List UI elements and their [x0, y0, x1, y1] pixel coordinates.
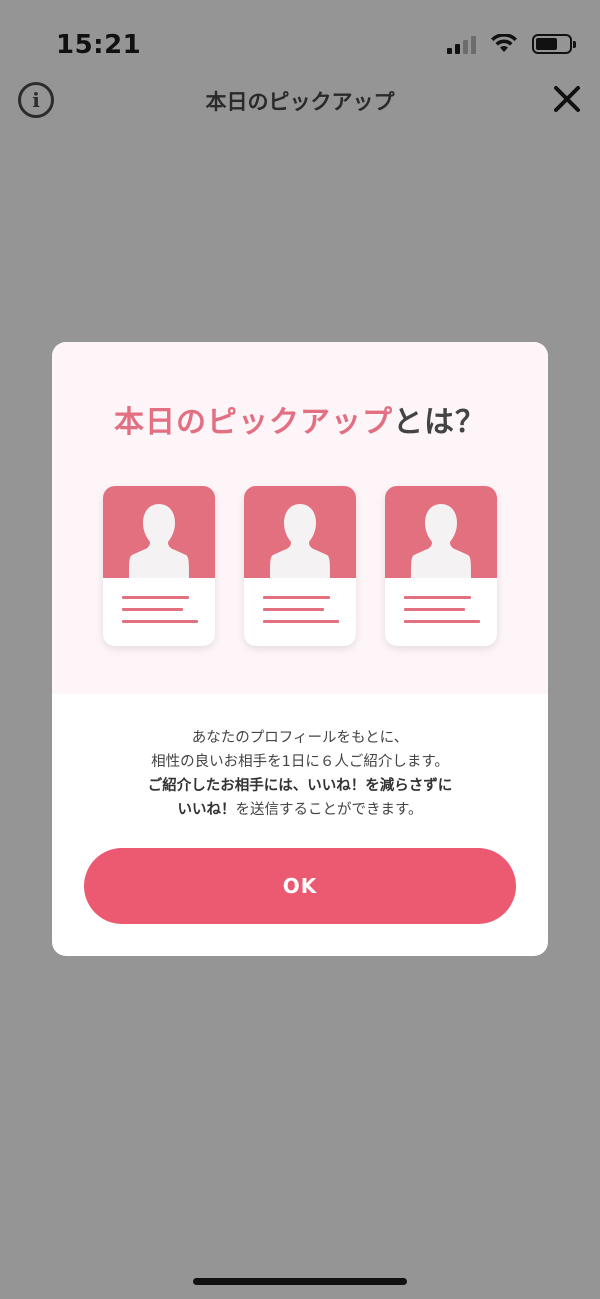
person-silhouette-icon: [129, 504, 189, 578]
status-bar: 15:21: [0, 0, 600, 80]
description-like-text: いいね！: [177, 802, 236, 818]
profile-card: [385, 486, 497, 646]
description-line-rest: を送信することができます。: [235, 802, 423, 818]
person-silhouette-icon: [411, 504, 471, 578]
modal-heading-highlight: 本日のピックアップ: [114, 405, 393, 440]
modal-heading-rest: とは？: [393, 405, 486, 440]
nav-bar: i 本日のピックアップ: [0, 78, 600, 122]
modal-description: あなたのプロフィールをもとに、 相性の良いお相手を1日に６人ご紹介します。 ご紹…: [52, 726, 548, 822]
signal-icon: [447, 34, 476, 54]
ok-button[interactable]: OK: [84, 848, 516, 924]
wifi-icon: [491, 34, 517, 52]
modal-heading: 本日のピックアップとは？: [52, 397, 548, 441]
close-icon[interactable]: [552, 84, 582, 114]
description-line: いいね！を送信することができます。: [52, 798, 548, 822]
pickup-modal: 本日のピックアップとは？ あなたのプロフィールをもとに、 相性の良いお相手を1日…: [52, 342, 548, 956]
description-line: あなたのプロフィールをもとに、: [191, 730, 409, 746]
battery-icon: [532, 34, 576, 54]
description-line-bold: ご紹介したお相手には、いいね！を減らさずに: [147, 778, 453, 794]
person-silhouette-icon: [270, 504, 330, 578]
home-indicator[interactable]: [193, 1278, 407, 1285]
profile-card: [244, 486, 356, 646]
nav-title: 本日のピックアップ: [205, 90, 395, 114]
status-icons: [447, 34, 576, 54]
profile-card: [103, 486, 215, 646]
description-line: 相性の良いお相手を1日に６人ご紹介します。: [151, 754, 449, 770]
profile-card-illustration: [103, 486, 497, 646]
status-time: 15:21: [56, 30, 142, 60]
